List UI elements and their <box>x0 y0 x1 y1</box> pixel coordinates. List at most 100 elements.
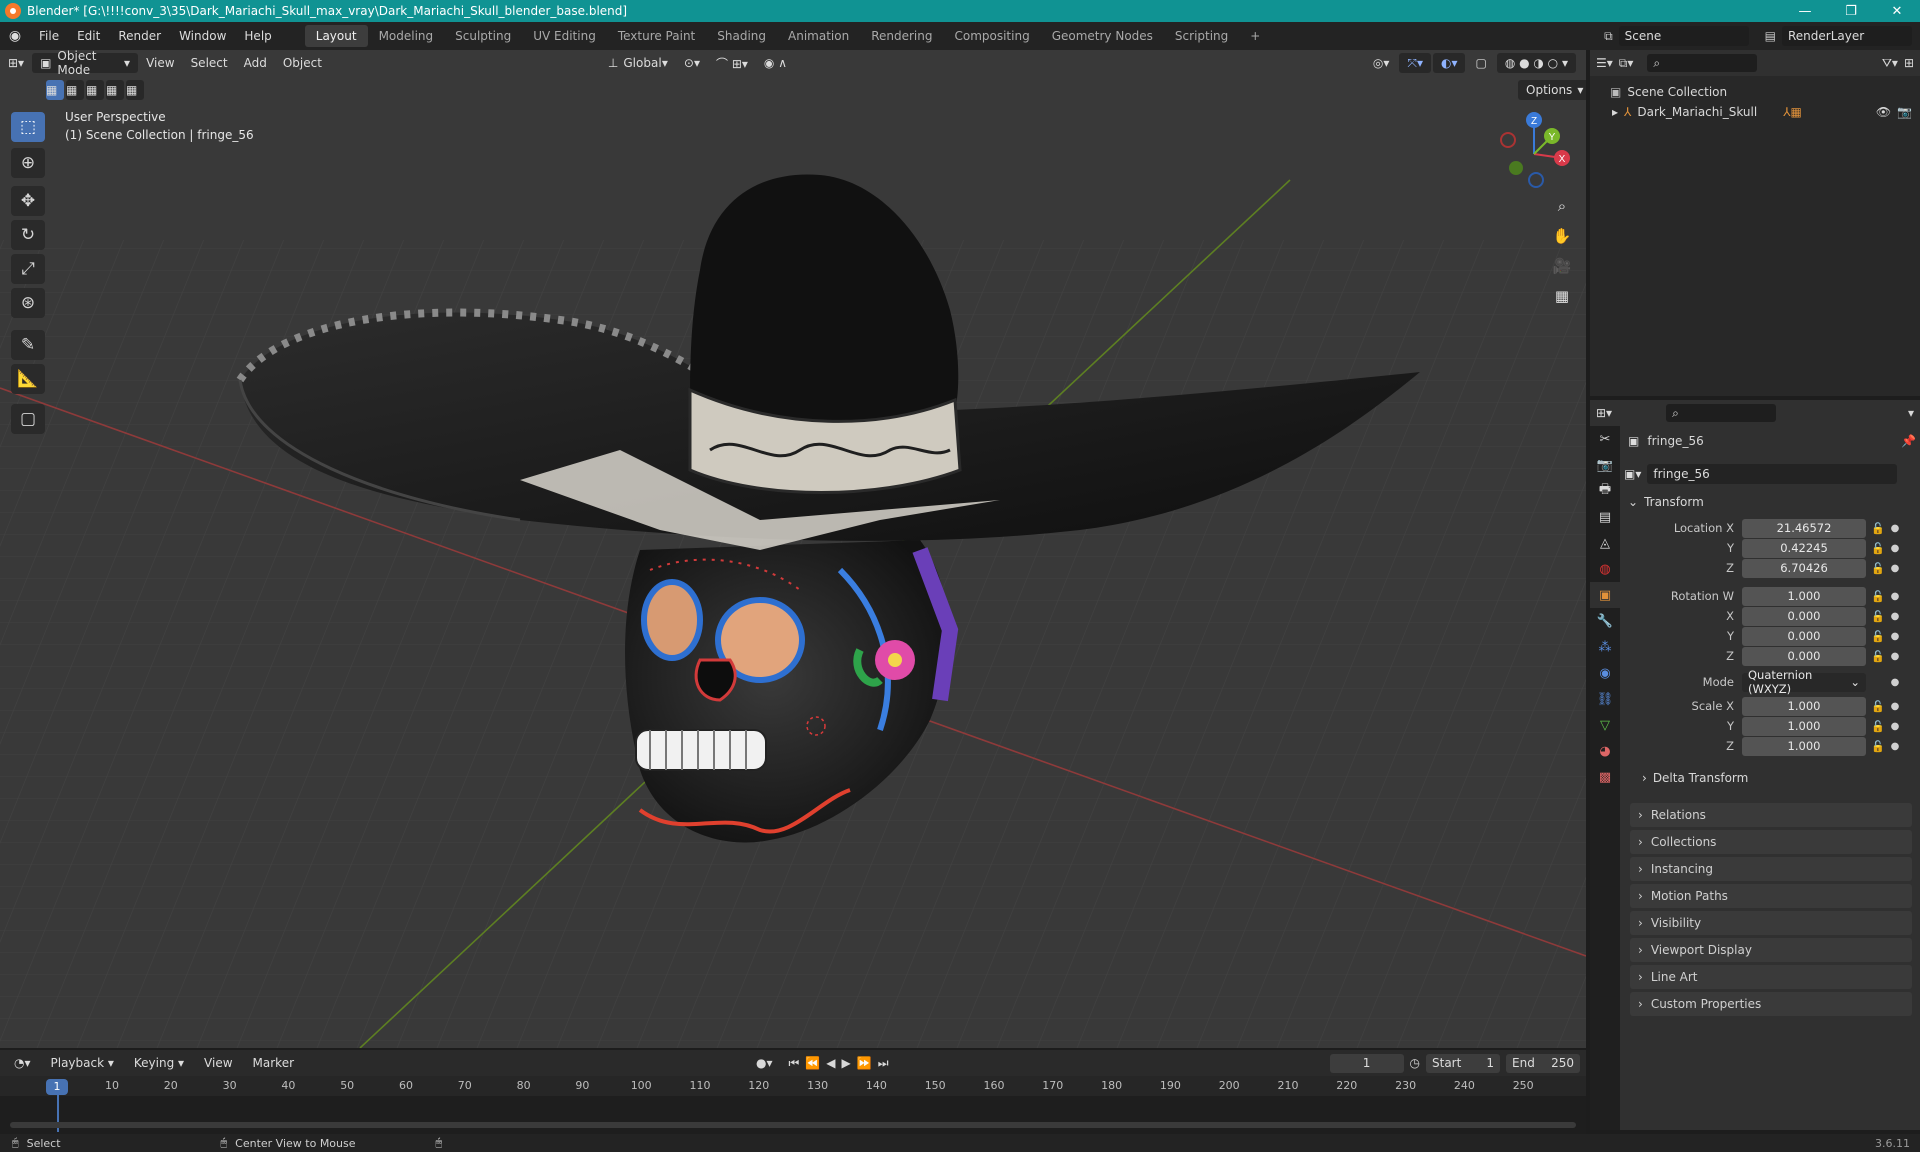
move-tool[interactable]: ✥ <box>11 186 45 216</box>
lock-icon[interactable]: 🔓 <box>1866 610 1890 623</box>
keyframe-dot-icon[interactable]: ● <box>1890 701 1900 712</box>
select-invert-icon[interactable]: ▦ <box>106 80 124 100</box>
panel-collections[interactable]: › Collections <box>1630 830 1912 854</box>
keyframe-dot-icon[interactable]: ● <box>1890 563 1900 574</box>
select-box-tool[interactable]: ⬚ <box>11 112 45 142</box>
jump-end-icon[interactable]: ⏭ <box>878 1056 889 1071</box>
modifiers-tab-icon[interactable]: 🔧 <box>1590 608 1620 634</box>
expand-arrow-icon[interactable]: ▸ <box>1612 105 1618 119</box>
camera-icon[interactable]: 🎥 <box>1548 252 1576 280</box>
transform-tool[interactable]: ⊛ <box>11 288 45 318</box>
tool-tab-icon[interactable]: ✂ <box>1590 426 1620 452</box>
add-cube-tool[interactable]: ▢ <box>11 404 45 434</box>
scene-icon[interactable]: ⧉ <box>1604 29 1613 44</box>
panel-instancing[interactable]: › Instancing <box>1630 857 1912 881</box>
outliner-editor-icon[interactable]: ☰▾ <box>1596 56 1613 70</box>
pivot-icon[interactable]: ⊙▾ <box>676 53 708 73</box>
tab-animation[interactable]: Animation <box>777 25 860 47</box>
minimize-button[interactable]: — <box>1782 0 1828 22</box>
gizmo-toggle-icon[interactable]: ⤧▾ <box>1399 53 1431 73</box>
world-tab-icon[interactable]: ◍ <box>1590 556 1620 582</box>
location-x-field[interactable]: 21.46572 <box>1742 518 1866 538</box>
render-tab-icon[interactable]: 📷 <box>1590 452 1620 478</box>
viewport-menu-view[interactable]: View <box>138 53 182 73</box>
record-icon[interactable]: ●▾ <box>756 1056 773 1070</box>
keyframe-dot-icon[interactable]: ● <box>1890 611 1900 622</box>
next-keyframe-icon[interactable]: ⏩ <box>857 1056 872 1070</box>
options-dropdown[interactable]: Options ▾ <box>1518 80 1586 100</box>
tab-shading[interactable]: Shading <box>706 25 777 47</box>
scale-y-field[interactable]: 1.000 <box>1742 716 1866 736</box>
object-datablock-icon[interactable]: ▣▾ <box>1624 467 1641 481</box>
tab-uv-editing[interactable]: UV Editing <box>522 25 607 47</box>
timeline-scrollbar[interactable] <box>10 1122 1576 1128</box>
menu-help[interactable]: Help <box>235 29 280 43</box>
keyframe-dot-icon[interactable]: ● <box>1890 543 1900 554</box>
mode-selector[interactable]: ▣ Object Mode ▾ <box>32 50 139 77</box>
new-collection-icon[interactable]: ⊞ <box>1904 56 1914 70</box>
menu-file[interactable]: File <box>30 29 68 43</box>
constraints-tab-icon[interactable]: ⛓ <box>1590 686 1620 712</box>
add-workspace-button[interactable]: + <box>1239 25 1271 47</box>
lock-icon[interactable]: 🔓 <box>1866 650 1890 663</box>
object-name-field[interactable]: fringe_56 <box>1647 464 1898 484</box>
panel-visibility[interactable]: › Visibility <box>1630 911 1912 935</box>
lock-icon[interactable]: 🔓 <box>1866 522 1890 535</box>
ortho-grid-icon[interactable]: ▦ <box>1548 282 1576 310</box>
lock-icon[interactable]: 🔓 <box>1866 720 1890 733</box>
keyframe-dot-icon[interactable]: ● <box>1890 651 1900 662</box>
texture-tab-icon[interactable]: ▩ <box>1590 764 1620 790</box>
keyframe-dot-icon[interactable]: ● <box>1890 677 1900 688</box>
select-extend-icon[interactable]: ▦ <box>66 80 84 100</box>
prev-keyframe-icon[interactable]: ⏪ <box>805 1056 820 1070</box>
play-reverse-icon[interactable]: ◀ <box>826 1056 835 1070</box>
properties-editor-icon[interactable]: ⊞▾ <box>1596 406 1612 420</box>
view-layer-tab-icon[interactable]: ▤ <box>1590 504 1620 530</box>
render-camera-icon[interactable]: 📷 <box>1897 105 1912 119</box>
data-tab-icon[interactable]: ▽ <box>1590 712 1620 738</box>
select-new-icon[interactable]: ▦ <box>46 80 64 100</box>
pan-hand-icon[interactable]: ✋ <box>1548 222 1576 250</box>
scale-tool[interactable]: ⤢ <box>11 254 45 284</box>
rotation-w-field[interactable]: 1.000 <box>1742 586 1866 606</box>
menu-edit[interactable]: Edit <box>68 29 109 43</box>
start-frame-field[interactable]: Start 1 <box>1426 1053 1500 1073</box>
rotation-z-field[interactable]: 0.000 <box>1742 646 1866 666</box>
viewport-menu-select[interactable]: Select <box>183 53 236 73</box>
lock-icon[interactable]: 🔓 <box>1866 542 1890 555</box>
render-layer-icon[interactable]: ▤ <box>1765 29 1776 43</box>
blender-menu-icon[interactable]: ◉ <box>0 28 30 44</box>
lock-icon[interactable]: 🔓 <box>1866 700 1890 713</box>
timeline-menu-view[interactable]: View <box>196 1053 240 1073</box>
close-button[interactable]: ✕ <box>1874 0 1920 22</box>
current-frame-field[interactable]: 1 <box>1329 1053 1404 1073</box>
properties-search-input[interactable]: ⌕ <box>1666 404 1777 422</box>
keyframe-dot-icon[interactable]: ● <box>1890 591 1900 602</box>
xray-icon[interactable]: ▢ <box>1467 53 1494 73</box>
scene-tab-icon[interactable]: ◬ <box>1590 530 1620 556</box>
proportional-edit-icon[interactable]: ◉ ∧ <box>756 53 795 73</box>
viewport-menu-add[interactable]: Add <box>236 53 275 73</box>
timeline-menu-keying[interactable]: Keying ▾ <box>126 1053 192 1073</box>
timeline-menu-playback[interactable]: Playback ▾ <box>43 1053 122 1073</box>
chevron-down-icon[interactable]: ▾ <box>1908 406 1914 420</box>
visibility-icon[interactable]: ◎▾ <box>1365 53 1398 73</box>
tab-geometry-nodes[interactable]: Geometry Nodes <box>1041 25 1164 47</box>
timeline-ruler[interactable]: 10 20 30 40 50 60 70 80 90 100 110 120 130 140 150 160 1… <box>0 1076 1586 1134</box>
end-frame-field[interactable]: End 250 <box>1506 1053 1580 1073</box>
scale-x-field[interactable]: 1.000 <box>1742 696 1866 716</box>
outliner-search-input[interactable]: ⌕ <box>1647 54 1758 72</box>
menu-window[interactable]: Window <box>170 29 235 43</box>
keyframe-dot-icon[interactable]: ● <box>1890 721 1900 732</box>
clock-icon[interactable]: ◷ <box>1410 1056 1420 1070</box>
transform-panel-header[interactable]: ⌄ Transform <box>1624 490 1916 514</box>
display-mode-icon[interactable]: ⧉▾ <box>1619 56 1634 71</box>
keyframe-dot-icon[interactable]: ● <box>1890 631 1900 642</box>
timeline-editor-icon[interactable]: ◔▾ <box>6 1053 39 1073</box>
editor-type-icon[interactable]: ⊞▾ <box>0 53 32 73</box>
tab-scripting[interactable]: Scripting <box>1164 25 1239 47</box>
filter-icon[interactable]: ⛛▾ <box>1882 56 1898 71</box>
location-z-field[interactable]: 6.70426 <box>1742 558 1866 578</box>
measure-tool[interactable]: 📐 <box>11 364 45 394</box>
playhead-marker[interactable]: 1 <box>46 1079 68 1095</box>
